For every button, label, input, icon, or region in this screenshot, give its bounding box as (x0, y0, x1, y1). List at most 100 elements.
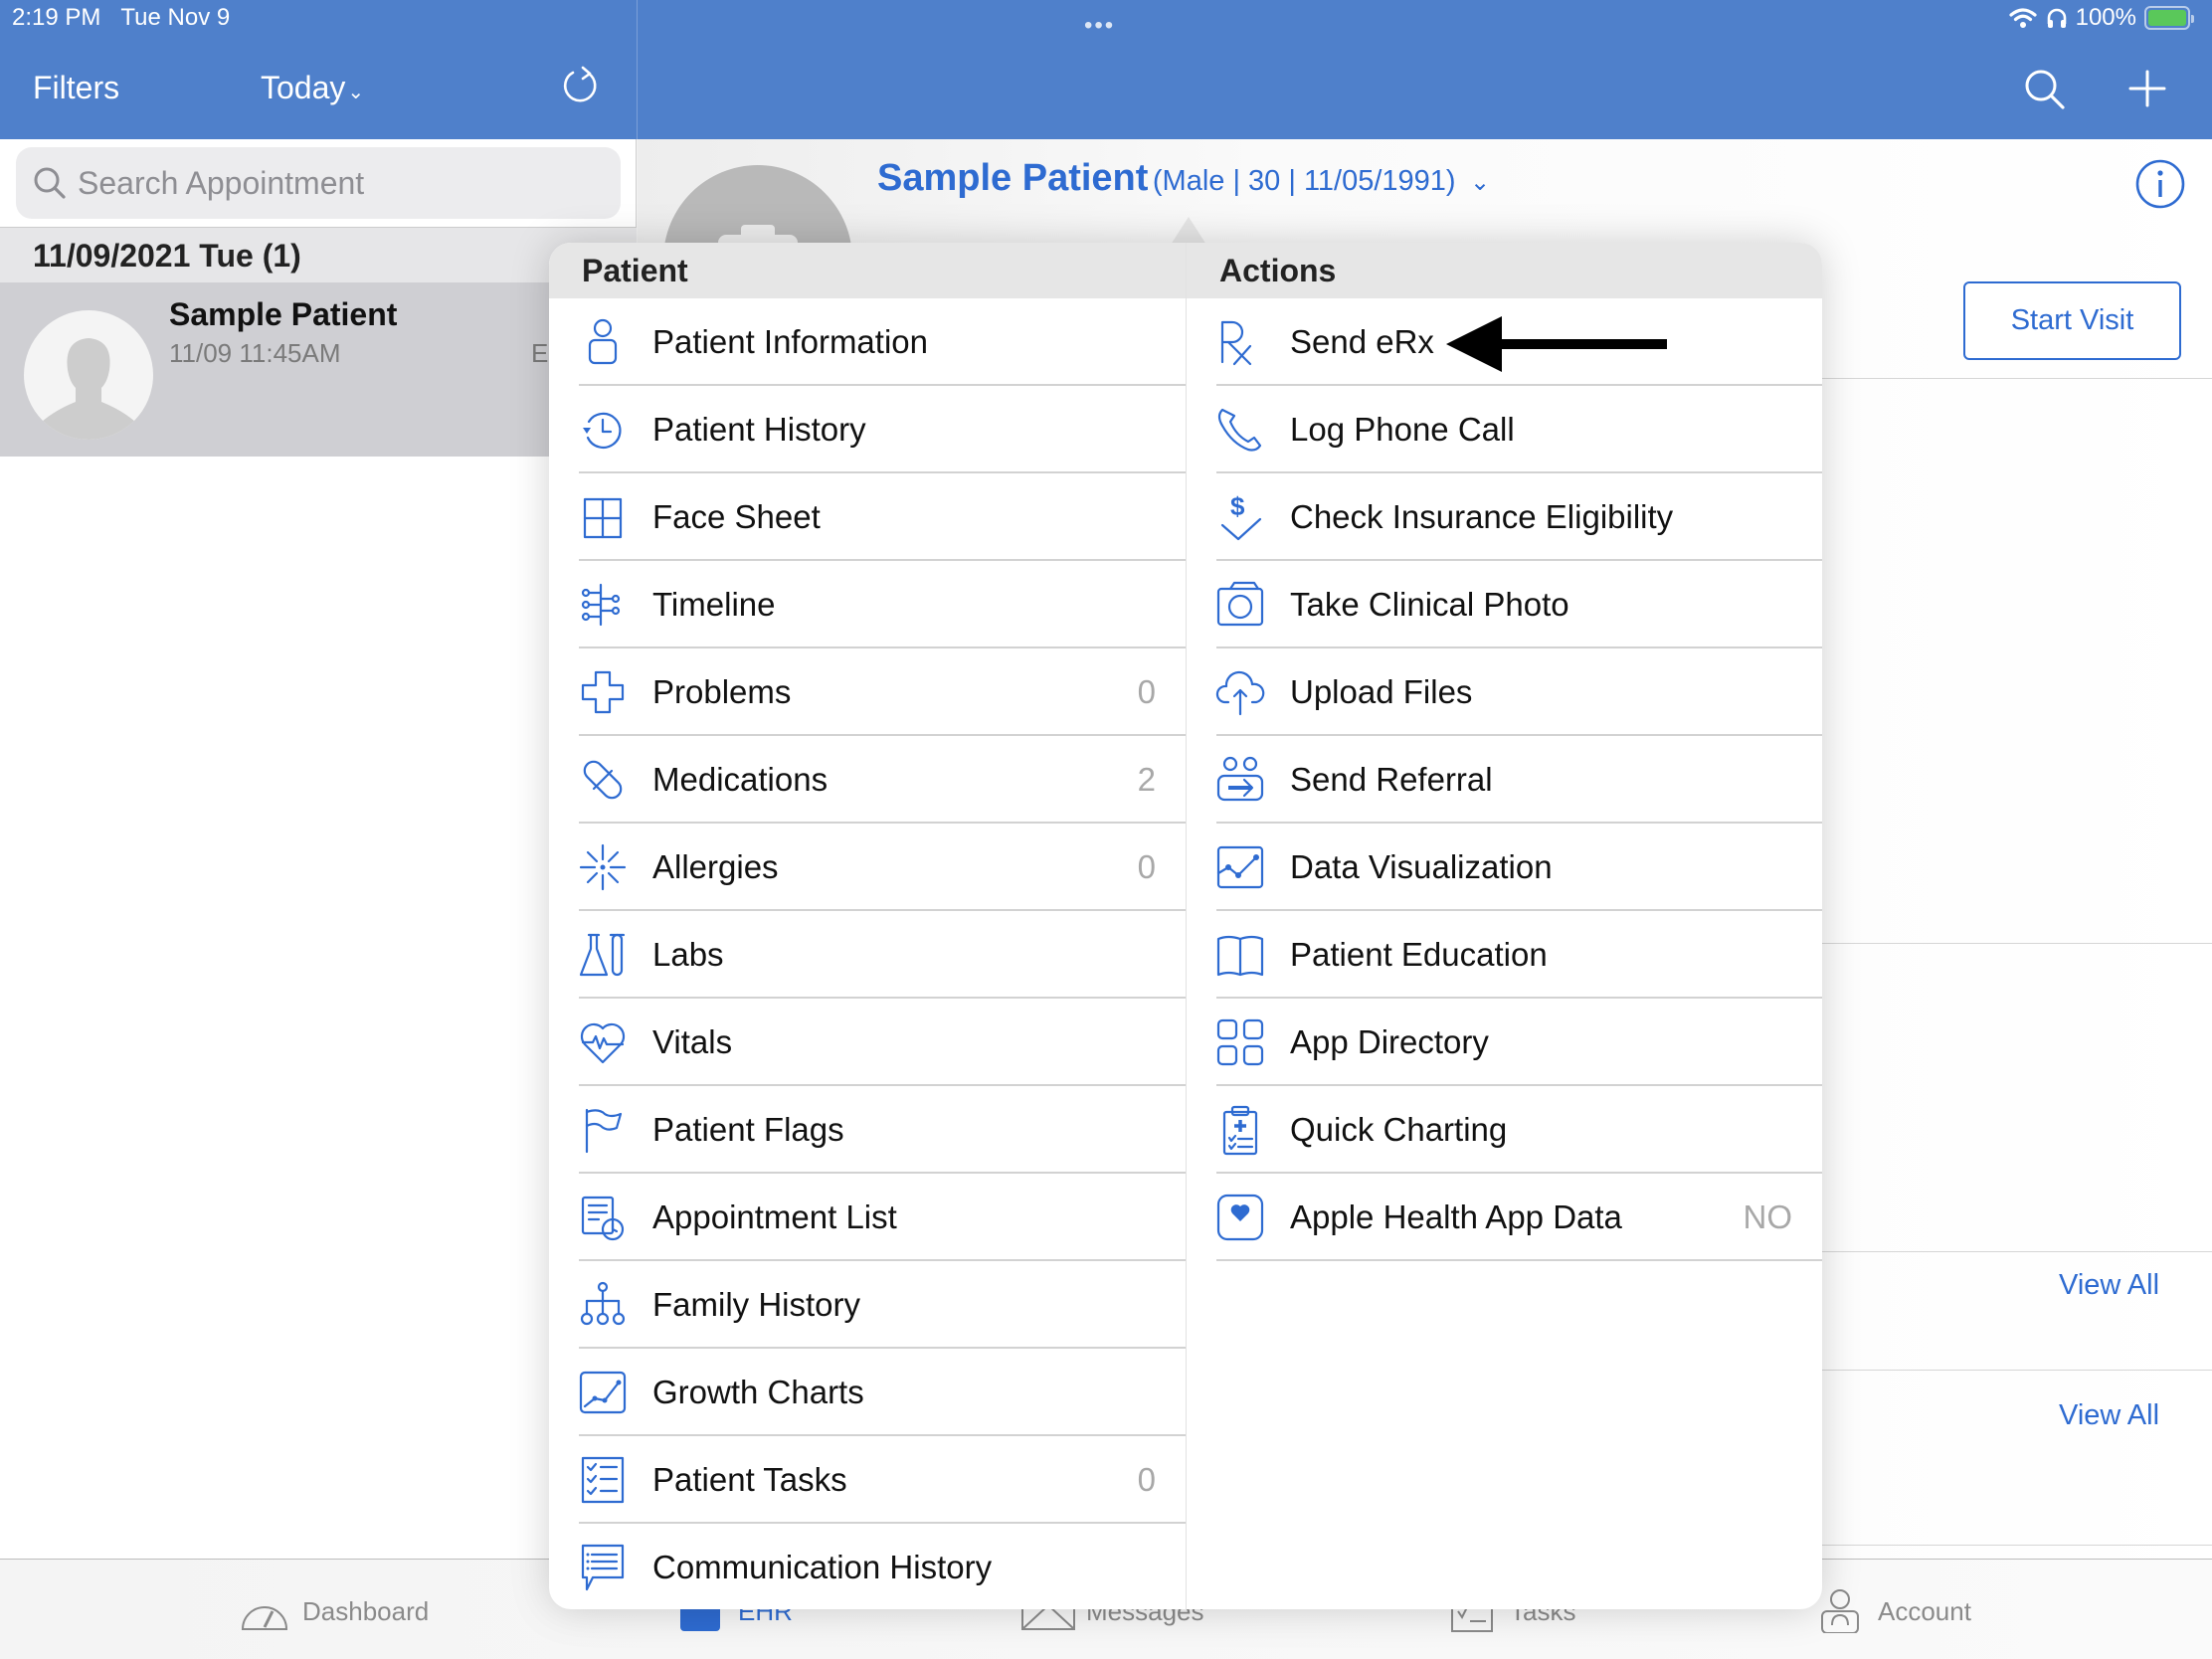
camera-icon (1216, 581, 1264, 627)
menu-item-patient-tasks[interactable]: Patient Tasks 0 (549, 1436, 1186, 1524)
appointment-list-pane: Search Appointment 11/09/2021 Tue (1) Sa… (0, 139, 637, 1560)
menu-item-label: Patient Tasks (652, 1461, 847, 1498)
menu-item-label: Send Referral (1290, 761, 1493, 798)
today-label: Today (261, 70, 346, 105)
chevron-down-icon: ⌄ (1470, 169, 1491, 196)
battery-icon (2144, 6, 2194, 30)
status-date: Tue Nov 9 (120, 4, 231, 31)
appointment-extra: E (531, 338, 549, 368)
menu-item-upload-files[interactable]: Upload Files (1187, 648, 1822, 736)
menu-item-labs[interactable]: Labs (549, 911, 1186, 999)
tab-dashboard[interactable]: Dashboard (237, 1589, 429, 1633)
menu-item-label: Data Visualization (1290, 848, 1553, 885)
menu-item-label: Check Insurance Eligibility (1290, 498, 1674, 535)
menu-item-communication-history[interactable]: Communication History (549, 1524, 1186, 1609)
menu-item-appointment-list[interactable]: Appointment List (549, 1174, 1186, 1261)
menu-item-label: Problems (652, 673, 792, 710)
menu-item-label: Patient Flags (652, 1111, 844, 1148)
filters-button[interactable]: Filters (33, 70, 119, 106)
tab-label: Account (1878, 1595, 1971, 1626)
menu-item-label: Appointment List (652, 1198, 897, 1235)
menu-item-send-referral[interactable]: Send Referral (1187, 736, 1822, 824)
add-icon[interactable] (2128, 70, 2166, 107)
dollar-check-icon: $ (1220, 491, 1262, 541)
menu-item-quick-charting[interactable]: Quick Charting (1187, 1086, 1822, 1174)
menu-item-count: 0 (1137, 848, 1156, 885)
menu-item-take-clinical-photo[interactable]: Take Clinical Photo (1187, 561, 1822, 648)
menu-item-allergies[interactable]: Allergies 0 (549, 824, 1186, 911)
menu-item-family-history[interactable]: Family History (549, 1261, 1186, 1349)
flag-icon (585, 1108, 623, 1154)
menu-item-count: 0 (1137, 1461, 1156, 1498)
refresh-icon[interactable] (559, 64, 603, 107)
menu-item-timeline[interactable]: Timeline (549, 561, 1186, 648)
menu-item-log-phone-call[interactable]: Log Phone Call (1187, 386, 1822, 473)
date-header-label: 11/09/2021 Tue (1) (33, 238, 301, 274)
menu-item-face-sheet[interactable]: Face Sheet (549, 473, 1186, 561)
tab-account[interactable]: Account (1812, 1589, 1971, 1633)
search-appointment-input[interactable]: Search Appointment (16, 147, 621, 219)
divider (1821, 1545, 2212, 1546)
today-dropdown[interactable]: Today ⌄ (261, 70, 364, 106)
appointment-patient-name: Sample Patient (169, 296, 398, 332)
appointment-row[interactable]: Sample Patient 11/09 11:45AM E (0, 282, 637, 457)
view-all-link[interactable]: View All (2059, 1399, 2159, 1432)
pill-icon (583, 760, 623, 800)
menu-item-patient-history[interactable]: Patient History (549, 386, 1186, 473)
patient-title-dropdown[interactable]: Sample Patient (Male | 30 | 11/05/1991) … (877, 157, 1490, 200)
actions-column: Actions Send eRx Log Phone Call $ Check Ins… (1186, 243, 1822, 1609)
app-grid-icon (1216, 1018, 1264, 1066)
person-icon (588, 318, 618, 365)
divider (1821, 943, 2212, 944)
menu-item-label: Communication History (652, 1549, 993, 1585)
referral-icon (1216, 756, 1264, 802)
top-navigation-bar: 2:19 PM Tue Nov 9 ••• 100% Filters Today… (0, 0, 2212, 139)
menu-item-label: Vitals (652, 1023, 733, 1060)
view-all-link[interactable]: View All (2059, 1269, 2159, 1302)
allergy-icon (579, 843, 627, 891)
menu-item-vitals[interactable]: Vitals (549, 999, 1186, 1086)
menu-item-label: Patient Information (652, 323, 928, 360)
avatar (24, 310, 153, 440)
medical-cross-icon (581, 670, 625, 714)
status-time: 2:19 PM Tue Nov 9 (12, 4, 231, 31)
popover-arrow (1171, 217, 1206, 245)
menu-item-label: Face Sheet (652, 498, 821, 535)
menu-item-label: Family History (652, 1286, 861, 1323)
menu-item-patient-education[interactable]: Patient Education (1187, 911, 1822, 999)
svg-text:$: $ (1230, 491, 1245, 521)
menu-item-count: 0 (1137, 673, 1156, 710)
appointment-time: 11/09 11:45AM (169, 338, 341, 368)
grid-icon (583, 497, 623, 539)
menu-item-label: Upload Files (1290, 673, 1473, 710)
search-icon (34, 167, 66, 199)
search-icon[interactable] (2023, 68, 2067, 111)
start-visit-button[interactable]: Start Visit (1963, 281, 2181, 360)
menu-item-patient-information[interactable]: Patient Information (549, 298, 1186, 386)
timeline-icon (581, 583, 621, 627)
gauge-icon (241, 1606, 288, 1630)
menu-item-count: NO (1743, 1198, 1793, 1235)
menu-item-patient-flags[interactable]: Patient Flags (549, 1086, 1186, 1174)
checklist-icon (581, 1456, 625, 1504)
patient-column: Patient Patient Information Patient Histo… (549, 243, 1186, 1609)
health-heart-icon (1216, 1194, 1264, 1241)
phone-icon (1217, 408, 1262, 452)
divider (637, 0, 638, 139)
menu-item-check-insurance-eligibility[interactable]: $ Check Insurance Eligibility (1187, 473, 1822, 561)
menu-item-app-directory[interactable]: App Directory (1187, 999, 1822, 1086)
menu-item-growth-charts[interactable]: Growth Charts (549, 1349, 1186, 1436)
annotation-arrow-icon (1446, 316, 1667, 372)
battery-percent: 100% (2075, 4, 2136, 31)
menu-item-label: Take Clinical Photo (1290, 586, 1569, 623)
menu-item-label: Apple Health App Data (1290, 1198, 1622, 1235)
info-icon[interactable] (2135, 159, 2185, 209)
menu-item-medications[interactable]: Medications 2 (549, 736, 1186, 824)
divider (1821, 1370, 2212, 1371)
status-indicators: 100% (2008, 4, 2194, 32)
multitasking-dots[interactable]: ••• (1084, 12, 1115, 40)
book-icon (1216, 935, 1264, 977)
menu-item-data-visualization[interactable]: Data Visualization (1187, 824, 1822, 911)
menu-item-apple-health-app-data[interactable]: Apple Health App Data NO (1187, 1174, 1822, 1261)
menu-item-problems[interactable]: Problems 0 (549, 648, 1186, 736)
